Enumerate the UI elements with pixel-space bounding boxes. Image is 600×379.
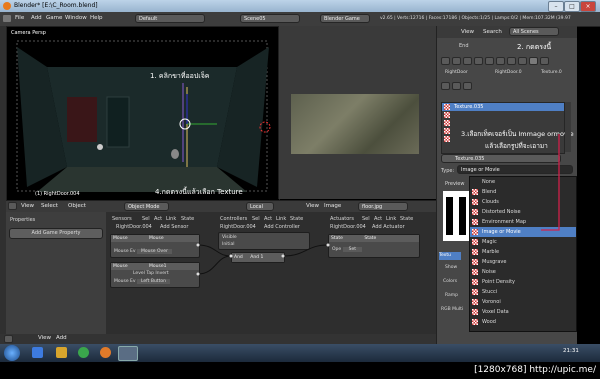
- menu-help[interactable]: Help: [90, 15, 103, 21]
- annotation-arrow: [541, 134, 560, 231]
- footer-view-menu[interactable]: View: [38, 335, 51, 341]
- menu-view[interactable]: View: [21, 203, 34, 209]
- properties-editor[interactable]: View Search All Scenes End 2. กดตรงนี้ R…: [436, 26, 577, 344]
- minimize-button[interactable]: –: [548, 1, 564, 12]
- menu-add[interactable]: Add: [31, 15, 42, 21]
- 3d-viewport[interactable]: Camera Persp 1. คลิกขาที่ออปเจ็ค 4.กดตรง…: [6, 26, 280, 201]
- game-properties-panel: Properties Add Game Property: [6, 212, 107, 334]
- editor-type-icon[interactable]: [3, 15, 11, 22]
- explorer-icon[interactable]: [56, 347, 67, 358]
- footer-add-menu[interactable]: Add: [56, 335, 67, 341]
- firefox-icon[interactable]: [100, 347, 111, 358]
- annotation-step-4: 4.กดตรงนี้แล้วเลือก Texture: [155, 188, 243, 196]
- mode-select[interactable]: Object Mode: [124, 202, 169, 211]
- menu-object[interactable]: Object: [68, 203, 86, 209]
- window-title: Blender* [E:\C_Room.blend]: [14, 2, 98, 9]
- image-menu[interactable]: Image: [324, 203, 341, 209]
- image-view-menu[interactable]: View: [306, 203, 319, 209]
- screen-layout-select[interactable]: Default: [135, 14, 205, 23]
- active-object-label: (1) RightDoor.004: [35, 191, 80, 197]
- menu-window[interactable]: Window: [65, 15, 87, 21]
- editor-type-icon[interactable]: [4, 335, 13, 343]
- menu-file[interactable]: File: [15, 15, 24, 21]
- watermark-text: [1280x768] http://upic.me/: [474, 365, 596, 375]
- window-titlebar: Blender* [E:\C_Room.blend] – □ ×: [0, 0, 600, 12]
- scene-select[interactable]: Scene05: [240, 14, 300, 23]
- orientation-select[interactable]: Local: [246, 202, 274, 211]
- add-game-property-button[interactable]: Add Game Property: [9, 228, 103, 239]
- render-engine-select[interactable]: Blender Game: [320, 14, 370, 23]
- image-editor-panel[interactable]: [278, 26, 437, 199]
- properties-title: Properties: [10, 217, 36, 223]
- viewport-scene: [16, 40, 271, 192]
- ie-icon[interactable]: [32, 347, 43, 358]
- menu-game[interactable]: Game: [46, 15, 62, 21]
- maximize-button[interactable]: □: [564, 1, 580, 12]
- scene-stats: v2.65 | Verts:12716 | Faces:17186 | Obje…: [380, 16, 571, 21]
- blender-logo-icon: [3, 2, 11, 10]
- clock: 21:31: [563, 348, 579, 354]
- editor-type-icon[interactable]: [8, 202, 17, 210]
- image-select[interactable]: floor.jpg: [358, 202, 408, 211]
- list-scroll[interactable]: [565, 102, 571, 152]
- annotation-step-1: 1. คลิกขาที่ออปเจ็ค: [150, 72, 210, 80]
- blender-taskbar-icon[interactable]: [118, 346, 138, 361]
- info-header: File Add Game Window Help Default Scene0…: [0, 12, 600, 27]
- start-button-icon[interactable]: [4, 345, 20, 361]
- chrome-icon[interactable]: [78, 347, 89, 358]
- menu-select[interactable]: Select: [41, 203, 58, 209]
- watermark-bar: [1280x768] http://upic.me/: [0, 362, 600, 379]
- texture-image: [291, 94, 419, 154]
- close-button[interactable]: ×: [580, 1, 596, 12]
- windows-taskbar: 21:31: [0, 344, 600, 362]
- status-footer: View Add: [0, 334, 436, 344]
- logic-editor[interactable]: Sensors Sel Act Link State RightDoor.004…: [106, 212, 436, 334]
- logic-links: [196, 243, 330, 276]
